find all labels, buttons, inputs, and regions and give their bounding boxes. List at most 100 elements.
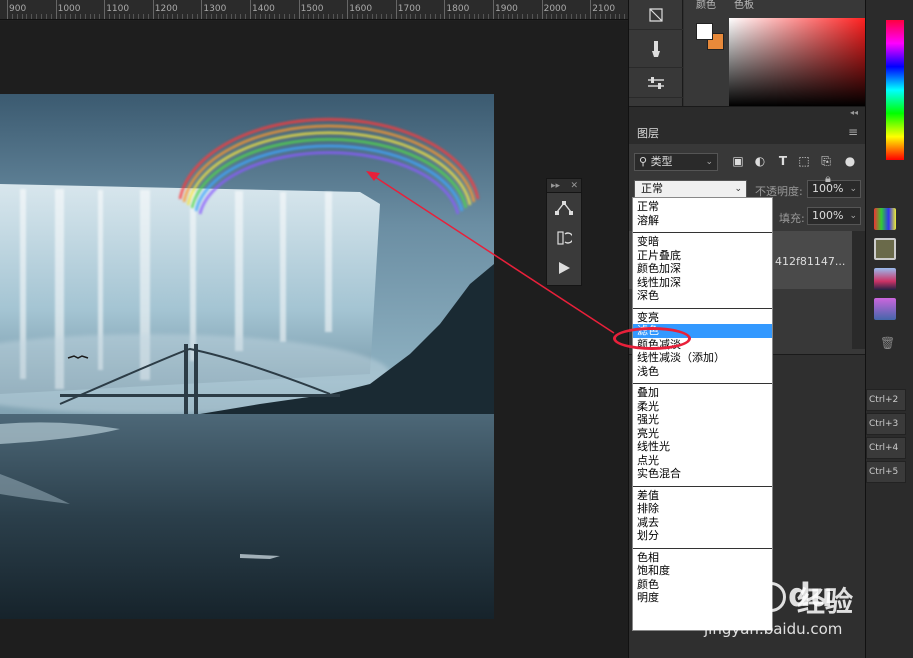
image-filter-icon[interactable]: ▣: [731, 154, 745, 168]
ruler-minor-tick: [624, 14, 626, 19]
ruler-minor-tick: [400, 14, 402, 19]
ruler-minor-tick: [595, 14, 597, 19]
ruler-minor-tick: [65, 14, 67, 19]
panel-icon-column: [629, 0, 683, 106]
collapse-icon[interactable]: ◂◂: [850, 108, 858, 117]
ruler-minor-tick: [381, 14, 383, 19]
ruler-minor-tick: [439, 14, 441, 19]
ruler-major-tick: [590, 0, 592, 19]
blend-mode-option[interactable]: 强光: [633, 413, 772, 427]
shape-filter-icon[interactable]: ⬚: [797, 154, 811, 168]
ruler-minor-tick: [206, 14, 208, 19]
blend-mode-option[interactable]: 叠加: [633, 386, 772, 400]
kind-filter-label: 类型: [650, 155, 673, 168]
blend-mode-option[interactable]: 划分: [633, 529, 772, 543]
tab-color[interactable]: 颜色: [696, 0, 716, 11]
blend-mode-option[interactable]: 变亮: [633, 311, 772, 325]
blend-mode-option[interactable]: 浅色: [633, 365, 772, 379]
blend-mode-option[interactable]: 明度: [633, 591, 772, 605]
shortcut-ctrl-3[interactable]: Ctrl+3: [866, 413, 906, 435]
fill-field[interactable]: 100% ⌄: [807, 207, 861, 225]
far-right-panel-strip: 🗑︎ Ctrl+2 Ctrl+3 Ctrl+4 Ctrl+5: [865, 0, 913, 658]
3d-icon[interactable]: [629, 0, 683, 30]
ruler-minor-tick: [279, 14, 281, 19]
ruler-major-tick: [395, 0, 397, 19]
gradient-icon[interactable]: [874, 238, 896, 260]
ruler-minor-tick: [604, 14, 606, 19]
ruler-minor-tick: [322, 14, 324, 19]
blend-mode-option[interactable]: 亮光: [633, 427, 772, 441]
blend-mode-option[interactable]: 柔光: [633, 400, 772, 414]
ruler-label: 1500: [300, 4, 324, 14]
horizontal-ruler: 900 1000 1100 1200 1300 1400 1500 1600 1700 1800 1…: [0, 0, 628, 20]
shortcut-ctrl-2[interactable]: Ctrl+2: [866, 389, 906, 411]
ruler-major-tick: [541, 0, 543, 19]
layers-scrollbar[interactable]: [852, 231, 866, 349]
styles-icon[interactable]: [874, 298, 896, 320]
brush-icon[interactable]: [629, 30, 683, 68]
blend-mode-option[interactable]: 线性减淡（添加）: [633, 351, 772, 365]
ruler-minor-tick: [259, 14, 261, 19]
ruler-minor-tick: [458, 14, 460, 19]
blend-mode-option[interactable]: 溶解: [633, 214, 772, 228]
color-picker-field[interactable]: [729, 18, 869, 106]
tab-layers[interactable]: 图层: [637, 125, 659, 141]
blend-mode-option[interactable]: 点光: [633, 454, 772, 468]
ruler-label: 1100: [106, 4, 130, 14]
blend-mode-option[interactable]: 减去: [633, 516, 772, 530]
ruler-minor-tick: [11, 14, 13, 19]
ruler-minor-tick: [483, 14, 485, 19]
ruler-minor-tick: [565, 14, 567, 19]
swatches-icon[interactable]: [874, 208, 896, 230]
trash-icon[interactable]: 🗑︎: [880, 336, 895, 350]
blend-mode-option[interactable]: 饱和度: [633, 564, 772, 578]
shortcut-ctrl-4[interactable]: Ctrl+4: [866, 437, 906, 459]
foreground-color-swatch[interactable]: [696, 23, 713, 40]
ruler-label: 1900: [495, 4, 518, 14]
ruler-minor-tick: [84, 14, 86, 19]
ruler-major-tick: [152, 0, 154, 19]
ruler-minor-tick: [337, 14, 339, 19]
shortcut-ctrl-5[interactable]: Ctrl+5: [866, 461, 906, 483]
ruler-minor-tick: [497, 14, 499, 19]
blend-mode-option[interactable]: 排除: [633, 502, 772, 516]
blend-mode-option[interactable]: 颜色: [633, 578, 772, 592]
ruler-minor-tick: [449, 14, 451, 19]
ruler-minor-tick: [434, 14, 436, 19]
ruler-minor-tick: [118, 14, 120, 19]
blend-mode-option[interactable]: 变暗: [633, 235, 772, 249]
adjustment-filter-icon[interactable]: ◐: [753, 154, 767, 168]
blend-mode-option[interactable]: 线性加深: [633, 276, 772, 290]
smart-object-filter-icon[interactable]: ⎘: [819, 154, 833, 168]
blend-mode-option[interactable]: 深色: [633, 289, 772, 303]
ruler-minor-tick: [269, 14, 271, 19]
ruler-minor-tick: [211, 14, 213, 19]
ruler-minor-tick: [318, 14, 320, 19]
blend-mode-option[interactable]: 色相: [633, 551, 772, 565]
opacity-field[interactable]: 100% ⌄: [807, 180, 861, 198]
panel-menu-icon[interactable]: ≡: [848, 125, 858, 139]
type-filter-icon[interactable]: T: [776, 154, 790, 168]
blend-mode-dropdown-list[interactable]: 正常 溶解 变暗 正片叠底 颜色加深 线性加深 深色 变亮 滤色 颜色减淡 线性减淡（添加） 浅色 叠加…: [632, 197, 773, 631]
layer-kind-filter[interactable]: ⚲ 类型 ⌄: [634, 153, 718, 171]
ruler-minor-tick: [99, 14, 101, 19]
blend-mode-select[interactable]: 正常 ⌄: [634, 180, 747, 198]
blend-mode-option[interactable]: 实色混合: [633, 467, 772, 481]
ruler-minor-tick: [420, 14, 422, 19]
ruler-minor-tick: [390, 14, 392, 19]
blend-mode-option[interactable]: 正片叠底: [633, 249, 772, 263]
ruler-minor-tick: [356, 14, 358, 19]
canvas-area[interactable]: ▸▸ ✕: [0, 21, 628, 658]
blend-mode-option[interactable]: 线性光: [633, 440, 772, 454]
blend-mode-option[interactable]: 正常: [633, 200, 772, 214]
blend-mode-option[interactable]: 差值: [633, 489, 772, 503]
properties-sliders-icon[interactable]: [629, 68, 683, 98]
ruler-minor-tick: [36, 14, 38, 19]
ruler-major-tick: [493, 0, 494, 19]
hue-slider[interactable]: [886, 20, 904, 160]
patterns-icon[interactable]: [874, 268, 896, 290]
ruler-label: 1300: [203, 4, 227, 14]
filter-toggle-icon[interactable]: ●: [843, 154, 857, 168]
tab-swatches[interactable]: 色板: [734, 0, 754, 11]
blend-mode-option[interactable]: 颜色加深: [633, 262, 772, 276]
